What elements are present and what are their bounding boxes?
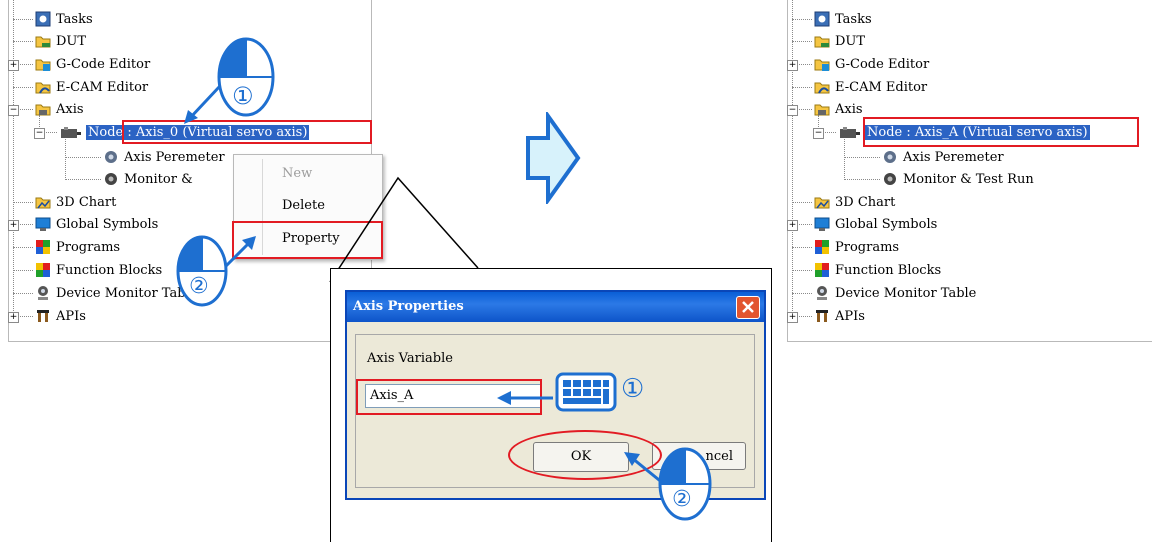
tasks-icon [814,11,830,27]
global-symbols-icon [814,216,830,232]
device-monitor-icon [814,285,830,301]
tree-item-label: DUT [835,33,866,49]
keyboard-step-1: ① [555,372,665,412]
tree-item-label: Function Blocks [835,262,942,278]
monitor-icon [882,171,898,187]
mouse-click-step-2: ② [657,446,713,522]
tree-item-ecam-editor[interactable]: E-CAM Editor [814,77,927,97]
tree-item-label: Programs [835,239,900,255]
tree-line [844,137,845,180]
tree-line [792,202,812,203]
close-icon [742,301,754,313]
tree-item-label: APIs [835,308,865,324]
tree-line [792,247,812,248]
tree-line [792,41,812,42]
servo-axis-icon [838,124,860,140]
function-blocks-icon [814,262,830,278]
tree-item-apis[interactable]: APIs [814,306,865,326]
tree-line [844,179,880,180]
tree-item-programs[interactable]: Programs [814,237,899,257]
tree-item-tasks[interactable]: Tasks [814,9,872,29]
tree-item-function-blocks[interactable]: Function Blocks [814,260,941,280]
tree-line [792,87,812,88]
tree-item-label: G-Code Editor [835,56,930,72]
expand-toggle[interactable]: + [787,312,798,323]
tree-item-label: Global Symbols [835,216,938,232]
keyboard-icon [555,372,617,412]
axis-parameter-icon [882,149,898,165]
tree-item-3d-chart[interactable]: 3D Chart [814,192,895,212]
tree-item-label: Monitor & Test Run [903,171,1034,187]
tree-item-gcode-editor[interactable]: G-Code Editor [814,54,929,74]
tree-line [792,293,812,294]
tree-line [792,19,812,20]
tree-item-label: Device Monitor Table [835,285,977,301]
tree-item-dut[interactable]: DUT [814,31,865,51]
gcode-folder-icon [814,56,830,72]
apis-icon [814,308,830,324]
programs-icon [814,239,830,255]
tree-item-global-symbols[interactable]: Global Symbols [814,214,937,234]
tree-item-label: Tasks [835,11,872,27]
arrow-to-input [497,391,553,405]
axis-folder-icon [814,101,830,117]
tree-item-label: Axis Peremeter [903,149,1004,165]
tree-item-axis-parameter[interactable]: Axis Peremeter [882,147,1004,167]
chart-3d-icon [814,194,830,210]
tree-item-label: 3D Chart [835,194,896,210]
close-button[interactable] [736,296,760,319]
tree-line [844,157,880,158]
collapse-toggle[interactable]: − [787,105,798,116]
dialog-titlebar: Axis Properties [347,292,764,322]
step-number-1: ① [621,374,645,404]
axis-variable-label: Axis Variable [367,351,453,366]
ecam-folder-icon [814,79,830,95]
tree-item-label: Axis [835,101,863,117]
folder-icon [814,33,830,49]
tree-line [792,270,812,271]
step-number-2: ② [672,487,692,512]
tree-item-axis[interactable]: Axis [814,99,863,119]
expand-toggle[interactable]: + [787,60,798,71]
tree-item-monitor-test-run[interactable]: Monitor & Test Run [882,169,1034,189]
collapse-toggle[interactable]: − [813,128,824,139]
tree-item-label: E-CAM Editor [835,79,928,95]
tree-item-device-monitor-table[interactable]: Device Monitor Table [814,283,976,303]
node-highlight-box [863,117,1139,147]
tree-panel-after: + − − + + Tasks DUT G-Code Editor E-CAM … [787,0,1152,342]
dialog-title: Axis Properties [353,299,464,314]
expand-toggle[interactable]: + [787,220,798,231]
